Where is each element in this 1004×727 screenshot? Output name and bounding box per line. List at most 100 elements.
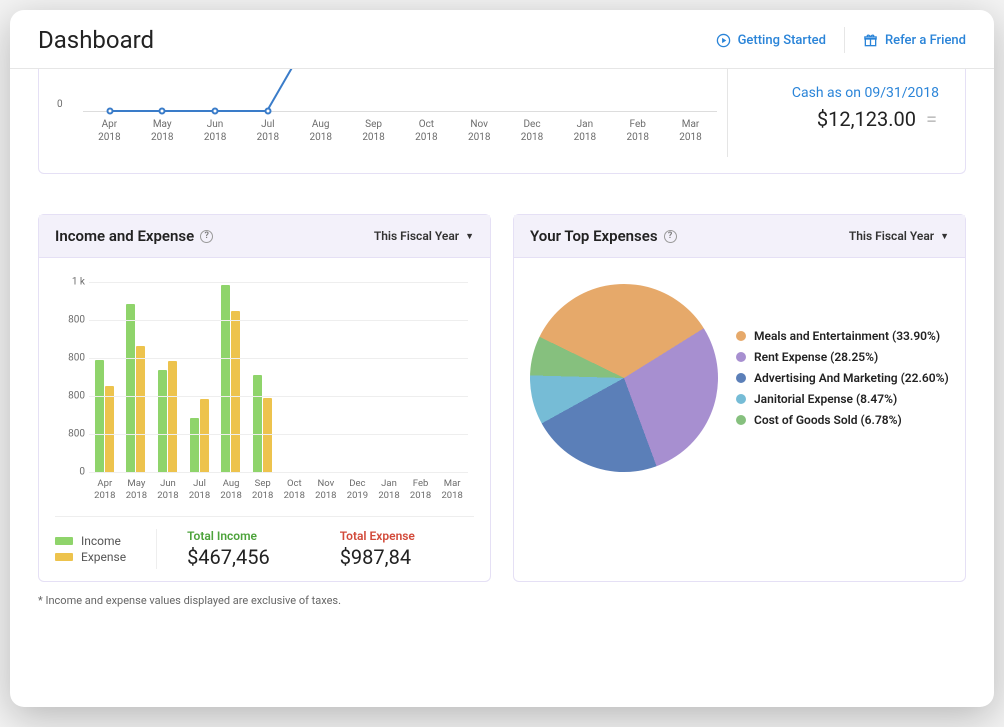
legend-dot [736,394,746,404]
bar-column [152,282,184,472]
bar-column [215,282,247,472]
bar-xtick: Feb2018 [405,478,437,502]
income-bar[interactable] [158,370,167,472]
mini-xtick: Aug2018 [294,119,347,144]
refer-friend-link[interactable]: Refer a Friend [863,33,966,48]
income-bar[interactable] [190,418,199,472]
legend-dot [736,331,746,341]
bar-column [405,282,437,472]
income-bar[interactable] [95,360,104,472]
play-circle-icon [716,33,731,48]
app-window: Dashboard Getting Started Refer a Friend… [10,10,994,707]
mini-xtick: May2018 [136,119,189,144]
bar-xtick: Jul2018 [184,478,216,502]
ytick: 0 [55,467,85,478]
mini-xtick: Jun2018 [189,119,242,144]
top-expenses-range-select[interactable]: This Fiscal Year ▼ [849,229,949,243]
legend-label: Cost of Goods Sold (6.78%) [754,413,902,427]
income-bar[interactable] [253,375,262,472]
mini-xtick: Dec2018 [506,119,559,144]
legend-label: Meals and Entertainment (33.90%) [754,329,940,343]
bar-column [373,282,405,472]
expense-bar[interactable] [231,311,240,472]
legend-label: Janitorial Expense (8.47%) [754,392,897,406]
ytick: 800 [55,353,85,364]
legend-dot [736,415,746,425]
ytick: 1 k [55,277,85,288]
content-area: 0 Apr2018May2018Jun2018Jul2018Aug2018Sep… [10,69,994,707]
mini-xtick: Feb2018 [611,119,664,144]
mini-xtick: Oct2018 [400,119,453,144]
bar-xtick: Jan2018 [373,478,405,502]
income-bar[interactable] [221,285,230,472]
cash-mini-chart: 0 Apr2018May2018Jun2018Jul2018Aug2018Sep… [57,69,727,157]
cash-date-label[interactable]: Cash as on 09/31/2018 [756,85,939,101]
income-bar[interactable] [126,304,135,472]
ytick: 800 [55,315,85,326]
bar-xtick: May2018 [121,478,153,502]
header-links: Getting Started Refer a Friend [716,27,966,53]
ytick: 800 [55,429,85,440]
bar-xtick: Aug2018 [215,478,247,502]
expense-bar[interactable] [136,346,145,472]
expense-bar[interactable] [200,399,209,472]
help-icon[interactable]: ? [664,230,677,243]
bar-xtick: Sep2018 [247,478,279,502]
caret-down-icon: ▼ [940,231,949,242]
top-expenses-panel: Your Top Expenses ? This Fiscal Year ▼ M… [513,214,966,582]
pie-legend: Meals and Entertainment (33.90%) Rent Exp… [736,322,949,434]
total-income: Total Income $467,456 [187,529,270,569]
bar-xtick: Dec2019 [342,478,374,502]
bar-column [89,282,121,472]
mini-xtick: Jan2018 [558,119,611,144]
ytick: 800 [55,391,85,402]
mini-xtick: Sep2018 [347,119,400,144]
legend-dot [736,373,746,383]
bar-column [121,282,153,472]
page-header: Dashboard Getting Started Refer a Friend [10,10,994,69]
total-expense: Total Expense $987,84 [340,529,415,569]
page-title: Dashboard [38,26,154,54]
help-icon[interactable]: ? [200,230,213,243]
income-swatch [55,537,73,545]
legend-dot [736,352,746,362]
cash-value: $12,123.00 [817,107,916,131]
top-expenses-range-label: This Fiscal Year [849,229,934,243]
expense-bar[interactable] [105,386,114,472]
bar-column [436,282,468,472]
income-expense-range-select[interactable]: This Fiscal Year ▼ [374,229,474,243]
caret-down-icon: ▼ [465,231,474,242]
expense-bar[interactable] [168,361,177,472]
income-expense-panel: Income and Expense ? This Fiscal Year ▼ … [38,214,491,582]
pie-chart [530,284,718,472]
refer-friend-label: Refer a Friend [885,33,966,48]
getting-started-link[interactable]: Getting Started [716,33,826,48]
bar-xtick: Mar2018 [436,478,468,502]
legend-item: Rent Expense (28.25%) [736,350,949,364]
expense-swatch [55,553,73,561]
top-expenses-title: Your Top Expenses [530,227,658,245]
mini-xtick: Jul2018 [241,119,294,144]
bar-column [278,282,310,472]
bar-column [184,282,216,472]
mini-xtick: Apr2018 [83,119,136,144]
legend-label: Rent Expense (28.25%) [754,350,878,364]
income-expense-range-label: This Fiscal Year [374,229,459,243]
legend-label: Advertising And Marketing (22.60%) [754,371,949,385]
bar-column [247,282,279,472]
getting-started-label: Getting Started [738,33,826,48]
income-expense-title: Income and Expense [55,227,194,245]
bar-xtick: Nov2018 [310,478,342,502]
footnote: * Income and expense values displayed ar… [38,594,966,607]
mini-xtick: Mar2018 [664,119,717,144]
bar-xtick: Apr2018 [89,478,121,502]
legend-item: Meals and Entertainment (33.90%) [736,329,949,343]
bar-xtick: Oct2018 [278,478,310,502]
bar-column [342,282,374,472]
bar-xtick: Jun2018 [152,478,184,502]
cash-card: 0 Apr2018May2018Jun2018Jul2018Aug2018Sep… [38,69,966,174]
legend-item: Janitorial Expense (8.47%) [736,392,949,406]
mini-xtick: Nov2018 [453,119,506,144]
gift-icon [863,33,878,48]
drag-handle-icon[interactable]: = [926,107,939,131]
